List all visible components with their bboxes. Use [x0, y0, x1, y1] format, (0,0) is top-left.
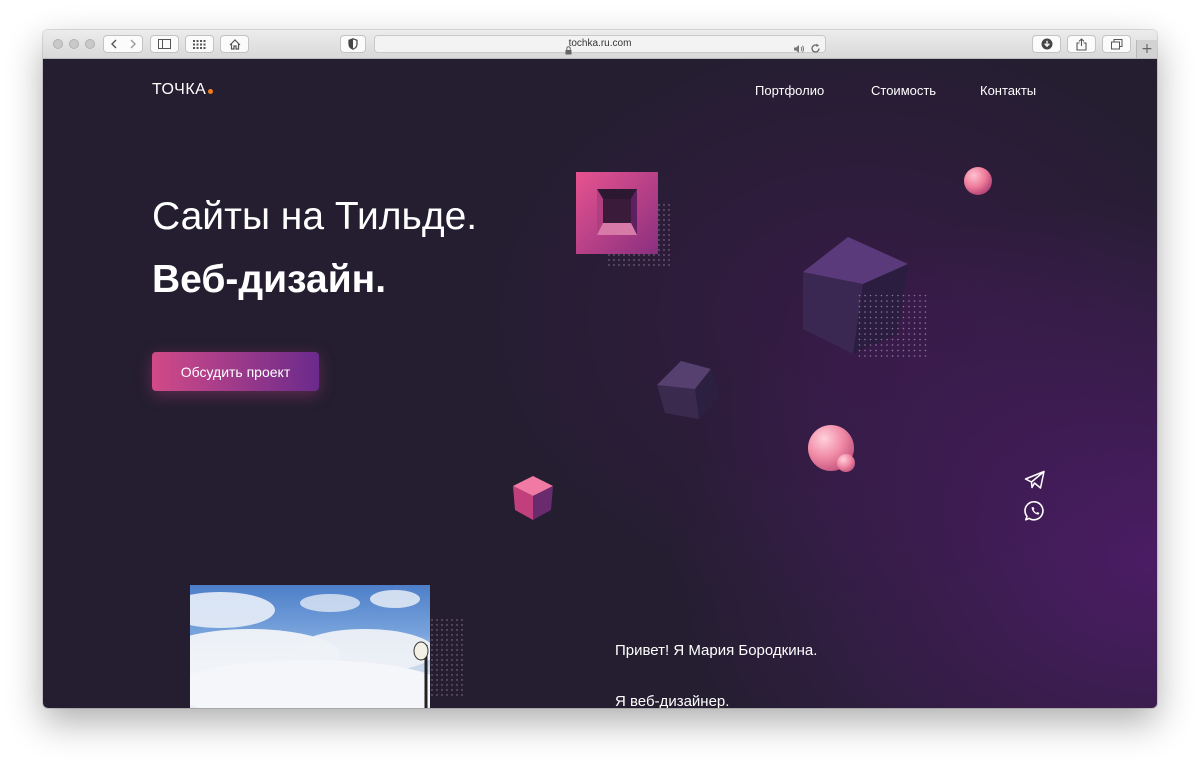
whatsapp-link[interactable] [1024, 500, 1046, 526]
nav-pricing[interactable]: Стоимость [871, 83, 936, 98]
show-tabs-button[interactable] [1102, 35, 1131, 53]
profile-photo [190, 585, 430, 708]
browser-window: tochka.ru.com + ТОЧКА Портфолио Стоимост… [43, 30, 1157, 708]
downloads-button[interactable] [1032, 35, 1061, 53]
privacy-report-button[interactable] [340, 35, 366, 53]
decor-small-dark-cube [657, 361, 719, 419]
minimize-window-button[interactable] [69, 39, 79, 49]
back-icon[interactable] [110, 39, 118, 49]
close-window-button[interactable] [53, 39, 63, 49]
telegram-icon [1024, 470, 1046, 494]
decor-pink-spheres [808, 425, 855, 472]
home-button[interactable] [220, 35, 249, 53]
download-icon [1041, 38, 1053, 50]
hero-subheadline: Веб-дизайн. [152, 258, 387, 301]
speaker-icon[interactable] [793, 39, 805, 58]
new-tab-button[interactable]: + [1136, 40, 1157, 58]
new-tab-icon: + [1141, 41, 1153, 57]
decor-pink-sphere-small [964, 167, 992, 195]
site-logo[interactable]: ТОЧКА [152, 81, 214, 99]
decor-large-cube [803, 237, 930, 360]
tabs-icon [1110, 38, 1123, 50]
hero-headline: Сайты на Тильде. [152, 195, 478, 238]
back-forward-group [103, 35, 143, 53]
top-sites-button[interactable] [185, 35, 214, 53]
address-bar[interactable]: tochka.ru.com [374, 35, 826, 55]
home-icon [229, 38, 241, 50]
reload-icon[interactable] [810, 39, 821, 58]
top-sites-icon [193, 39, 206, 49]
web-page: ТОЧКА Портфолио Стоимость Контакты Сайты… [43, 59, 1157, 708]
nav-contacts[interactable]: Контакты [980, 83, 1036, 98]
telegram-link[interactable] [1024, 470, 1046, 494]
share-icon [1076, 37, 1087, 51]
browser-toolbar: tochka.ru.com + [43, 30, 1157, 59]
logo-text: ТОЧКА [152, 81, 207, 98]
discuss-project-button[interactable]: Обсудить проект [152, 352, 319, 391]
sidebar-button[interactable] [150, 35, 179, 53]
logo-dot [208, 89, 214, 94]
decor-pink-cube [513, 476, 553, 520]
privacy-shield-icon [348, 38, 358, 50]
forward-icon[interactable] [129, 39, 137, 49]
intro-greeting: Привет! Я Мария Бородкина. [615, 642, 818, 659]
share-button[interactable] [1067, 35, 1096, 53]
decor-dot-grid [431, 619, 465, 699]
zoom-window-button[interactable] [85, 39, 95, 49]
nav-portfolio[interactable]: Портфолио [755, 83, 824, 98]
whatsapp-icon [1024, 500, 1046, 526]
intro-role: Я веб-дизайнер. [615, 693, 730, 708]
decor-frame-cube [576, 172, 670, 266]
sidebar-icon [158, 39, 171, 49]
url-text: tochka.ru.com [568, 38, 632, 49]
